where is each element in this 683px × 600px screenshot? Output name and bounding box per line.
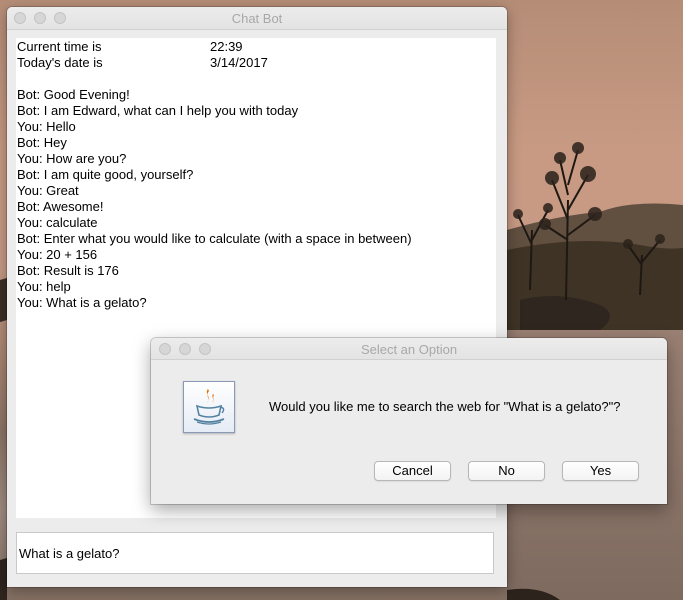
chat-message: You: Hello [17,119,76,134]
chat-message: Bot: Hey [17,135,67,150]
chat-message: You: calculate [17,215,98,230]
chat-window-titlebar[interactable]: Chat Bot [7,7,507,30]
chat-message: Bot: Good Evening! [17,87,130,102]
current-time-value: 22:39 [210,39,243,54]
chat-message: Bot: I am quite good, yourself? [17,167,194,182]
dialog-message: Would you like me to search the web for … [269,399,621,414]
chat-message: You: help [17,279,71,294]
dialog-title: Select an Option [360,342,458,357]
yes-button[interactable]: Yes [562,461,639,481]
chat-message: Bot: Enter what you would like to calcul… [17,231,412,246]
chat-message: Bot: I am Edward, what can I help you wi… [17,103,299,118]
current-time-label: Current time is [17,39,102,54]
chat-input-field[interactable]: What is a gelato? [16,532,494,574]
todays-date-label: Today's date is [17,55,103,70]
cancel-button[interactable]: Cancel [374,461,451,481]
chat-window-title: Chat Bot [231,11,283,26]
chat-message: You: Great [17,183,79,198]
chat-message: Bot: Awesome! [17,199,104,214]
chat-message: Bot: Result is 176 [17,263,119,278]
dialog-titlebar[interactable]: Select an Option [151,338,667,360]
chat-message: You: 20 + 156 [17,247,98,262]
no-button[interactable]: No [468,461,545,481]
java-coffee-cup-icon [183,381,235,433]
select-option-dialog: Select an Option Would you like me to se… [151,338,667,504]
chat-message: You: What is a gelato? [17,295,147,310]
todays-date-value: 3/14/2017 [210,55,268,70]
chat-message: You: How are you? [17,151,127,166]
